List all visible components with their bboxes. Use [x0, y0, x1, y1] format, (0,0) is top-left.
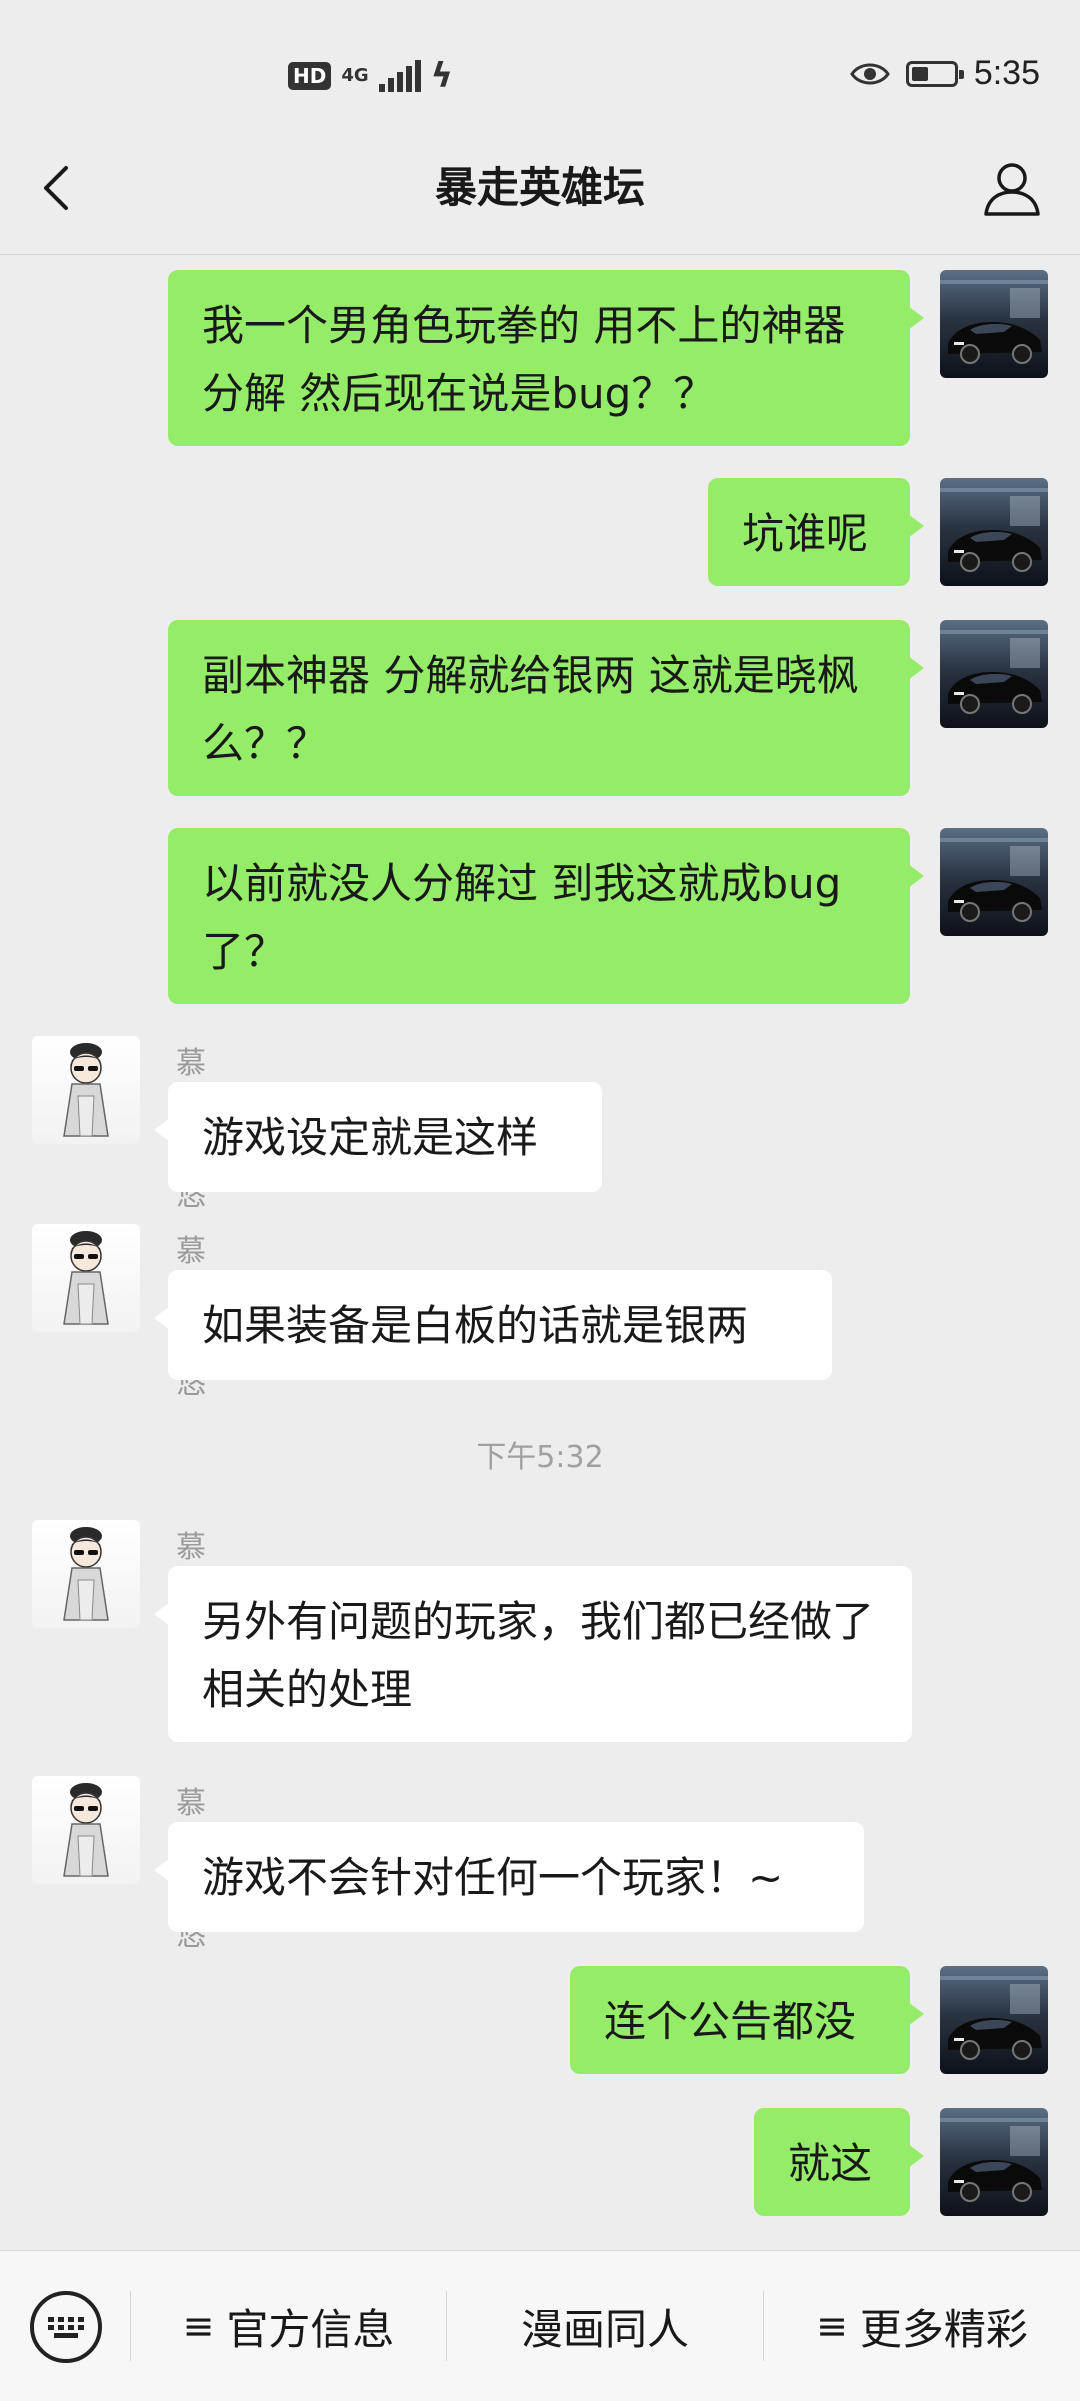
self-avatar[interactable] — [940, 620, 1048, 728]
car-avatar-image — [940, 1966, 1048, 2074]
message-bubble[interactable]: 就这 — [754, 2108, 924, 2216]
message-bubble[interactable]: 游戏不会针对任何一个玩家！~ — [154, 1822, 864, 1932]
chat-title: 暴走英雄坛 — [434, 163, 645, 212]
message-bubble[interactable]: 另外有问题的玩家，我们都已经做了相关的处理 — [154, 1566, 912, 1742]
charging-bolt-icon: ϟ — [430, 56, 454, 96]
status-bar: HD 4G ϟ 5:35 — [0, 0, 1080, 150]
message-bubble[interactable]: 副本神器 分解就给银两 这就是晓枫么？？ — [168, 620, 924, 796]
girl-avatar-image — [32, 1776, 140, 1884]
contact-avatar[interactable] — [32, 1520, 140, 1628]
hd-badge: HD — [288, 62, 332, 90]
car-avatar-image — [940, 270, 1048, 378]
girl-avatar-image — [32, 1520, 140, 1628]
status-right: 5:35 — [850, 54, 1040, 93]
girl-avatar-image — [32, 1224, 140, 1332]
message-bubble[interactable]: 如果装备是白板的话就是银两 — [154, 1270, 832, 1380]
self-avatar[interactable] — [940, 2108, 1048, 2216]
car-avatar-image — [940, 620, 1048, 728]
keyboard-icon — [48, 2317, 84, 2338]
battery-level — [911, 66, 928, 81]
bottom-menu-bar: ≡ 官方信息 漫画同人 ≡ 更多精彩 — [0, 2250, 1080, 2401]
self-avatar[interactable] — [940, 478, 1048, 586]
menu-label: 更多精彩 — [859, 2304, 1028, 2354]
menu-label: 官方信息 — [226, 2304, 395, 2354]
menu-comics[interactable]: 漫画同人 — [447, 2251, 763, 2401]
menu-list-icon: ≡ — [182, 2304, 215, 2348]
girl-avatar-image — [32, 1036, 140, 1144]
self-avatar[interactable] — [940, 1966, 1048, 2074]
eye-icon — [850, 63, 890, 84]
network-indicators: HD 4G ϟ — [288, 56, 454, 96]
menu-official-info[interactable]: ≡ 官方信息 — [131, 2251, 446, 2401]
chat-header: 暴走英雄坛 — [0, 150, 1080, 255]
message-bubble[interactable]: 连个公告都没 — [570, 1966, 924, 2074]
status-time: 5:35 — [973, 54, 1040, 92]
message-bubble[interactable]: 以前就没人分解过 到我这就成bug了？ — [168, 828, 924, 1004]
self-avatar[interactable] — [940, 828, 1048, 936]
car-avatar-image — [940, 2108, 1048, 2216]
self-avatar[interactable] — [940, 270, 1048, 378]
car-avatar-image — [940, 478, 1048, 586]
contact-avatar[interactable] — [32, 1776, 140, 1884]
message-bubble[interactable]: 坑谁呢 — [708, 478, 924, 586]
contact-avatar[interactable] — [32, 1224, 140, 1332]
menu-more[interactable]: ≡ 更多精彩 — [764, 2251, 1080, 2401]
menu-list-icon: ≡ — [816, 2304, 848, 2348]
message-bubble[interactable]: 游戏设定就是这样 — [154, 1082, 602, 1192]
time-divider: 下午5:32 — [476, 1440, 604, 1475]
contact-avatar[interactable] — [32, 1036, 140, 1144]
network-type: 4G — [341, 65, 369, 86]
message-bubble[interactable]: 我一个男角色玩拳的 用不上的神器分解 然后现在说是bug？？ — [168, 270, 924, 446]
menu-label: 漫画同人 — [520, 2304, 689, 2354]
keyboard-toggle-icon[interactable] — [30, 2291, 102, 2363]
battery-icon — [905, 60, 964, 87]
person-icon[interactable] — [980, 156, 1044, 220]
car-avatar-image — [940, 828, 1048, 936]
signal-icon — [378, 60, 421, 92]
